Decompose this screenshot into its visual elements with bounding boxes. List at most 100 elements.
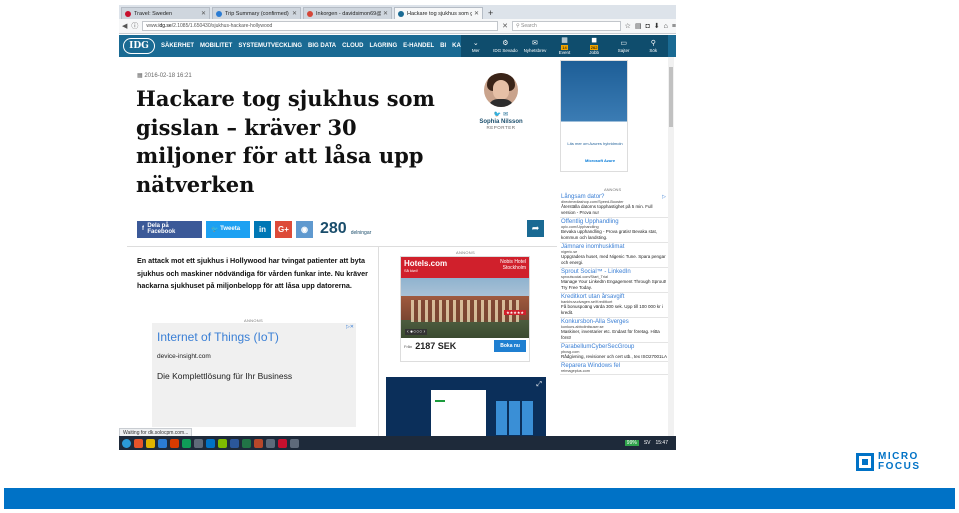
mail-icon[interactable]: ✉ [503, 112, 508, 118]
taskbar-app-icon[interactable] [158, 438, 167, 448]
nav-item[interactable]: SÄKERHET [161, 43, 194, 49]
hotel-city: Stockholm [502, 265, 526, 271]
adchoices-icon[interactable]: ▷✕ [346, 324, 354, 330]
close-icon[interactable]: ✕ [292, 10, 297, 17]
taskbar-app-icon[interactable] [170, 438, 179, 448]
share-arrow-button[interactable]: ➦ [527, 220, 544, 237]
text-ad[interactable]: Konkursbon-Alla Sverges konkurs.abbolinti… [560, 318, 668, 343]
nav-right-item[interactable]: ⌄ Mer [461, 35, 491, 57]
info-icon[interactable]: ⓘ [131, 21, 138, 31]
reload-icon[interactable]: ✕ [502, 22, 508, 30]
idg-logo[interactable]: IDG [123, 38, 155, 54]
scrollbar-thumb[interactable] [669, 67, 673, 127]
nav-right-icon: ⚲ [650, 39, 656, 47]
taskbar-app-icon[interactable] [206, 438, 215, 448]
twitter-icon[interactable]: 🐦 [494, 112, 501, 118]
hotel-price: 2187 SEK [415, 341, 457, 351]
tab-travel-sweden[interactable]: Travel: Sweden ✕ [121, 7, 210, 19]
book-now-button[interactable]: Boka nu [494, 340, 526, 352]
home-icon[interactable]: ⌂ [664, 23, 668, 30]
article-headline: Hackare tog sjukhus som gisslan – kräver… [136, 86, 435, 197]
iot-ad-title[interactable]: Internet of Things (IoT) [157, 330, 279, 344]
nav-right-item[interactable]: ▦ 14 Event [550, 35, 580, 57]
menu-icon[interactable]: ≡ [672, 23, 676, 30]
linkedin-share-button[interactable]: in [254, 220, 271, 238]
text-ad[interactable]: Jämnare inomhusklimat nigeric.se Uppgrader… [560, 243, 668, 268]
taskbar-app-icon[interactable] [230, 438, 239, 448]
text-ad[interactable]: Sprout Social™ - LinkedIn sproutsocial.co… [560, 268, 668, 293]
tab-bar: Travel: Sweden ✕ Trip Summary (confirmed)… [119, 5, 676, 19]
googleplus-share-button[interactable]: G+ [275, 220, 292, 238]
language-indicator[interactable]: SV [644, 440, 651, 446]
nav-item[interactable]: MOBILITET [200, 43, 232, 49]
lock-icon[interactable]: ◘ [646, 23, 650, 30]
taskbar-app-icon[interactable] [278, 438, 287, 448]
text-ad-desc: Uppgradera huset, med Nigenic Tune. Spar… [561, 254, 666, 265]
nav-item[interactable]: BI [440, 43, 446, 49]
micro-focus-logo: MICRO FOCUS [856, 452, 921, 472]
text-ad[interactable]: ParabellumCyberSecGroup pbcsg.com Rådgivni… [560, 343, 668, 362]
text-ad-desc: Få bonuspoäng värda 300 sek. Upp till 10… [561, 304, 663, 315]
clock[interactable]: 15:47 [655, 440, 668, 446]
taskbar-app-icon[interactable] [218, 438, 227, 448]
nav-item[interactable]: CLOUD [342, 43, 363, 49]
clipboard-icon[interactable]: ▤ [635, 22, 642, 30]
taskbar-app-icon[interactable] [134, 438, 143, 448]
download-icon[interactable]: ⬇ [654, 22, 660, 30]
start-button[interactable] [122, 438, 131, 448]
taskbar-app-icon[interactable] [254, 438, 263, 448]
back-arrow-icon[interactable]: ◀ [122, 22, 127, 30]
twitter-share-button[interactable]: 🐦 Tweeta [206, 220, 250, 238]
taskbar-app-icon[interactable] [194, 438, 203, 448]
expand-icon[interactable]: ⤢ [536, 381, 542, 389]
taskbar-app-icon[interactable] [242, 438, 251, 448]
url-field[interactable]: www. idg.se/2.1085/1.650430/sjukhus-hacka… [142, 21, 499, 31]
reddit-share-button[interactable]: ◉ [296, 220, 313, 238]
star-icon[interactable]: ☆ [625, 22, 631, 30]
search-input[interactable]: ⚲ Search [511, 21, 621, 31]
taskbar-app-icon[interactable] [146, 438, 155, 448]
text-ad-desc: Maskiner, inventarier etc. Endast för fö… [561, 329, 660, 340]
new-tab-button[interactable]: + [488, 7, 493, 19]
text-ad[interactable]: Offentlig Upphandling opic.com/Upphandlin… [560, 218, 668, 243]
iot-ad[interactable]: ▷✕ Internet of Things (IoT) device-insig… [152, 323, 356, 427]
hotel-ad[interactable]: Hotels.com Så kiwi! Nobis Hotel Stockholm … [400, 256, 530, 362]
carousel-dots[interactable]: ‹ ●○○○ › [405, 329, 428, 335]
nav-right-item[interactable]: ⚲ Sök [638, 35, 668, 57]
nav-right-item[interactable]: ◼ 262 Jobb [579, 35, 609, 57]
text-ad[interactable]: Kreditkort utan årsavgift bankhuvudvagen.… [560, 293, 668, 318]
nav-item[interactable]: LAGRING [369, 43, 397, 49]
nav-item[interactable]: BIG DATA [308, 43, 336, 49]
tab-inbox[interactable]: Inkorgen - davidsimon69@... ✕ [303, 7, 392, 19]
text-ad-desc: Rådgivning, revisioner och cert utb., te… [561, 354, 668, 359]
article-date: ▦ 2016-02-18 16:21 [137, 72, 192, 79]
close-icon[interactable]: ✕ [474, 10, 479, 17]
text-ad[interactable]: Långsam dator? directmediashop.com/Speed-… [560, 193, 668, 218]
avatar[interactable] [484, 73, 518, 107]
nav-right-label: Event [558, 50, 571, 55]
text-ad[interactable]: Reparera Windows fel reimageplus.com [560, 362, 668, 375]
nav-item[interactable]: SYSTEMUTVECKLING [238, 43, 302, 49]
text-ad-desc: Återställa datorns topphastighet på 5 mi… [561, 204, 653, 215]
nav-right-item[interactable]: ⚙ IDG Sevado [491, 35, 521, 57]
nav-right-item[interactable]: ✉ Nyhetsbrev [520, 35, 550, 57]
author-social-icons[interactable]: 🐦 ✉ [471, 111, 531, 118]
nav-item[interactable]: E-HANDEL [403, 43, 434, 49]
facebook-share-button[interactable]: f Dela på Facebook [137, 220, 202, 238]
hotel-ad-header: Hotels.com Så kiwi! Nobis Hotel Stockholm [401, 257, 529, 278]
tab-trip-summary[interactable]: Trip Summary (confirmed) ✕ [212, 7, 301, 19]
text-ads: Långsam dator? directmediashop.com/Speed-… [560, 193, 668, 375]
battery-indicator[interactable]: 99% [624, 440, 639, 446]
scrollbar[interactable] [668, 57, 674, 450]
tab-favicon-icon [125, 10, 131, 17]
nav-right-item[interactable]: ▭ Sajter [609, 35, 639, 57]
text-ad-url: reimageplus.com [561, 369, 590, 373]
taskbar-app-icon[interactable] [182, 438, 191, 448]
share-icon: ➦ [531, 223, 540, 233]
close-icon[interactable]: ✕ [383, 10, 388, 17]
taskbar-app-icon[interactable] [290, 438, 299, 448]
taskbar-app-icon[interactable] [266, 438, 275, 448]
tab-article[interactable]: Hackare tog sjukhus som g... ✕ [394, 7, 483, 19]
close-icon[interactable]: ✕ [201, 10, 206, 17]
azure-ad[interactable]: Läs mer om Azures hybridmoln Microsoft A… [560, 60, 628, 172]
